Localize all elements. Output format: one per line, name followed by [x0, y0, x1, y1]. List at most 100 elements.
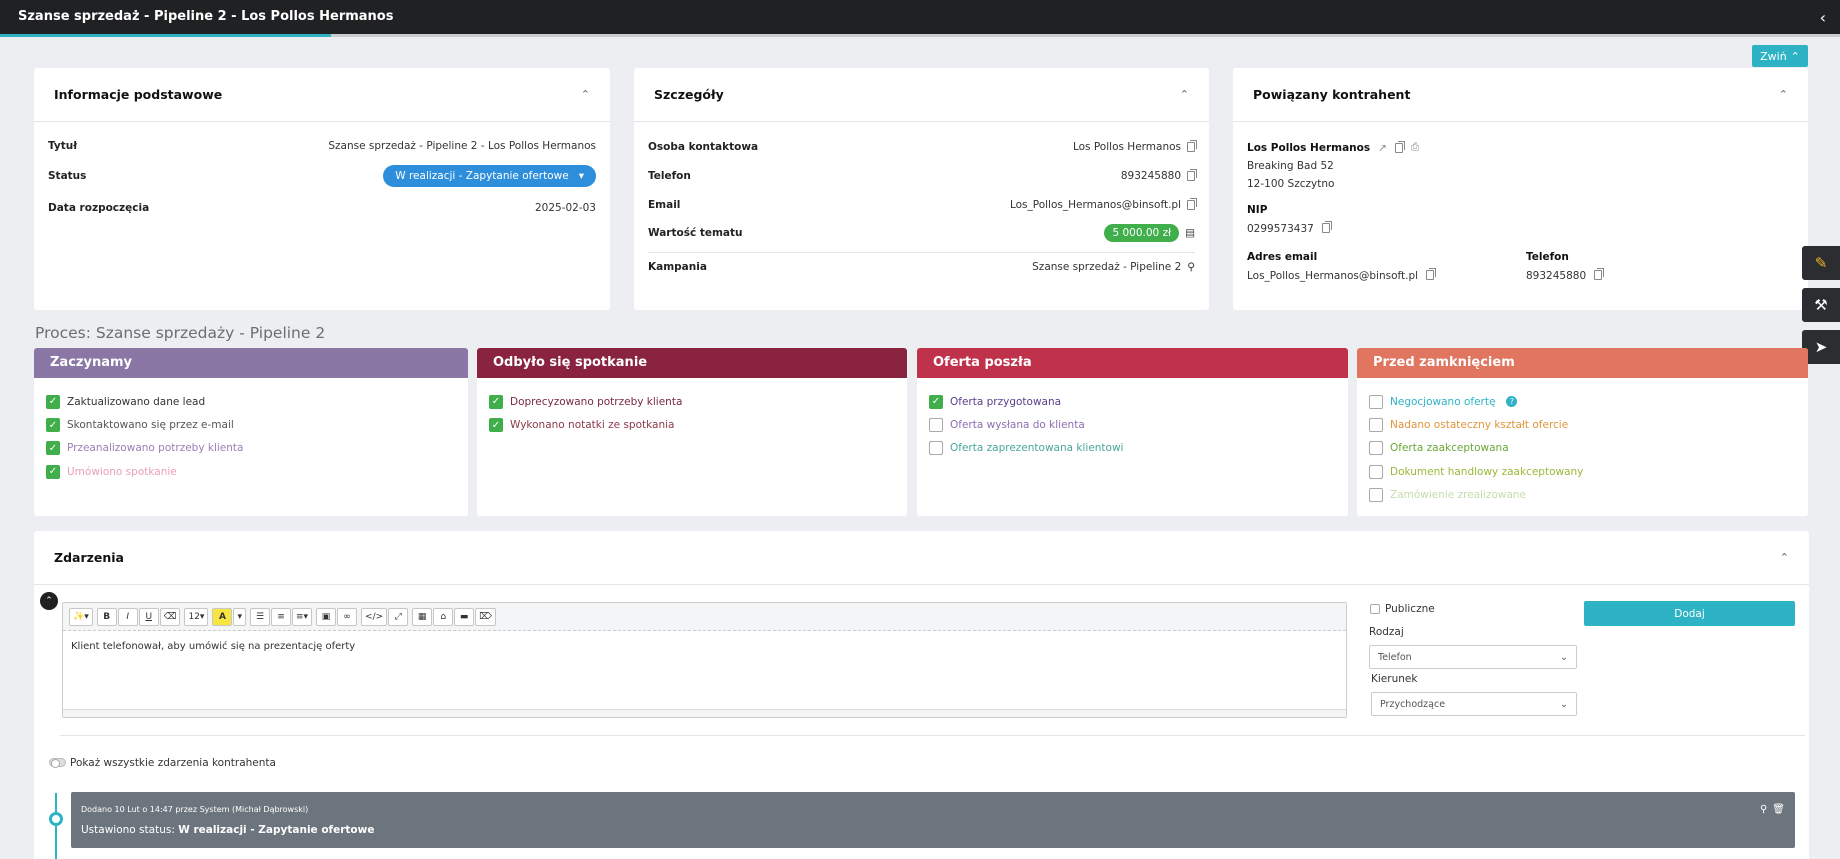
italic-button[interactable]: I [117, 607, 138, 626]
trash-icon[interactable]: 🗑 [1772, 804, 1785, 815]
fullscreen-icon[interactable]: ⤢ [388, 607, 409, 626]
editor-content[interactable]: Klient telefonował, aby umówić się na pr… [63, 631, 1346, 662]
collapse-editor-button[interactable]: ⌃ [40, 592, 58, 610]
print-icon[interactable]: ⎙ [1411, 141, 1419, 154]
numbered-list-icon[interactable]: ≡ [270, 607, 291, 626]
stage-item[interactable]: ✓ Doprecyzowano potrzeby klienta [489, 390, 895, 413]
direction-select[interactable]: Przychodzące ⌄ [1371, 692, 1577, 716]
chevron-up-icon[interactable]: ⌃ [581, 88, 590, 101]
contractor-phone-value: 893245880 [1526, 270, 1587, 282]
search-icon[interactable]: ⚲ [1187, 261, 1195, 273]
checkbox-checked[interactable]: ✓ [46, 394, 60, 409]
search-icon[interactable]: ⚲ [1760, 804, 1767, 815]
campaign-row: Kampania Szanse sprzedaż - Pipeline 2 ⚲ [648, 261, 1195, 273]
copy-icon[interactable] [1187, 198, 1197, 210]
stage-item[interactable]: ✓ Zaktualizowano dane lead [46, 390, 456, 413]
email-value: Los_Pollos_Hermanos@binsoft.pl [1009, 199, 1181, 211]
copy-icon[interactable] [1187, 169, 1197, 181]
contractor-name[interactable]: Los Pollos Hermanos [1247, 142, 1370, 154]
checkbox-checked[interactable]: ✓ [46, 418, 60, 433]
text-color-icon[interactable]: A [212, 607, 233, 626]
chevron-up-icon[interactable]: ⌃ [1779, 88, 1788, 101]
start-date-label: Data rozpoczęcia [48, 202, 150, 214]
details-header[interactable]: Szczegóły ⌃ [634, 68, 1209, 122]
align-dropdown[interactable]: ≡▾ [291, 607, 313, 626]
phone-label: Telefon [648, 170, 691, 182]
checkbox-unchecked[interactable] [1369, 394, 1383, 409]
clear-icon[interactable]: ⌦ [475, 607, 496, 626]
magic-wand-icon[interactable]: ✨▾ [69, 607, 93, 626]
stage-item[interactable]: Oferta wysłana do klienta [929, 413, 1336, 436]
stage-item[interactable]: Dokument handlowy zaakceptowany [1369, 460, 1796, 483]
checkbox-checked[interactable]: ✓ [489, 394, 503, 409]
copy-icon[interactable] [1426, 268, 1437, 280]
contractor-city: 12-100 Szczytno [1247, 178, 1335, 190]
checkbox-unchecked[interactable] [1369, 418, 1383, 433]
template-icon[interactable]: ▦ [412, 607, 433, 626]
public-checkbox-row[interactable]: Publiczne [1370, 603, 1435, 615]
divider [648, 252, 1195, 253]
checkbox-checked[interactable]: ✓ [489, 418, 503, 433]
phone-value: 893245880 [1120, 170, 1181, 182]
stamp-icon[interactable]: ⌂ [433, 607, 454, 626]
stage-item[interactable]: Oferta zaprezentowana klientowi [929, 437, 1336, 460]
calculator-icon[interactable]: ▤ [1185, 227, 1195, 239]
stage-item[interactable]: Zamówienie zrealizowane [1369, 484, 1796, 507]
edit-icon[interactable]: ✎ [1802, 246, 1840, 280]
stage-item[interactable]: ✓ Przeanalizowano potrzeby klienta [46, 437, 456, 460]
chevron-left-icon[interactable]: ‹ [1820, 8, 1826, 27]
basic-info-header[interactable]: Informacje podstawowe ⌃ [34, 68, 610, 122]
type-select[interactable]: Telefon ⌄ [1369, 645, 1577, 669]
chevron-up-icon: ⌃ [1790, 49, 1800, 63]
event-editor[interactable]: ✨▾ B I U ⌫ 12 ▾ A ▾ ☰ ≡ ≡▾ ▣ ∞ </> ⤢ ▦ ⌂ … [62, 602, 1347, 718]
code-icon[interactable]: </> [361, 607, 388, 626]
underline-button[interactable]: U [138, 607, 159, 626]
stage-item[interactable]: ✓ Wykonano notatki ze spotkania [489, 413, 895, 436]
checkbox-checked[interactable]: ✓ [46, 464, 60, 479]
add-event-button[interactable]: Dodaj [1584, 601, 1795, 626]
checkbox-unchecked[interactable] [1369, 464, 1383, 479]
help-icon[interactable]: ? [1506, 396, 1518, 408]
checkbox-unchecked[interactable] [929, 418, 943, 433]
stage-item[interactable]: Negocjowano ofertę? [1369, 390, 1796, 413]
copy-icon[interactable] [1187, 140, 1197, 152]
contractor-header[interactable]: Powiązany kontrahent ⌃ [1233, 68, 1808, 122]
stage-item[interactable]: Nadano ostateczny kształt ofercie [1369, 413, 1796, 436]
collapse-all-button[interactable]: Zwiń ⌃ [1752, 45, 1808, 67]
signature-icon[interactable]: ▬ [454, 607, 475, 626]
stage-item[interactable]: ✓ Umówiono spotkanie [46, 460, 456, 483]
external-link-icon[interactable]: ↗ [1378, 142, 1387, 154]
color-dropdown[interactable]: ▾ [233, 607, 246, 626]
bullet-list-icon[interactable]: ☰ [249, 607, 270, 626]
stage-item[interactable]: ✓ Skontaktowano się przez e-mail [46, 413, 456, 436]
link-icon[interactable]: ∞ [337, 607, 358, 626]
checkbox-unchecked[interactable] [929, 441, 943, 456]
chevron-up-icon[interactable]: ⌃ [1180, 88, 1189, 101]
copy-icon[interactable] [1594, 268, 1605, 280]
events-title: Zdarzenia [54, 550, 124, 565]
events-header[interactable]: Zdarzenia ⌃ [34, 531, 1809, 585]
public-checkbox[interactable] [1370, 604, 1380, 614]
checkbox-unchecked[interactable] [1369, 488, 1383, 503]
checkbox-checked[interactable]: ✓ [46, 441, 60, 456]
stage-item[interactable]: ✓ Oferta przygotowana [929, 390, 1336, 413]
chevron-up-icon[interactable]: ⌃ [1780, 551, 1789, 564]
status-dropdown[interactable]: W realizacji - Zapytanie ofertowe ▾ [383, 165, 596, 187]
resize-handle[interactable] [63, 709, 1346, 717]
checkbox-checked[interactable]: ✓ [929, 394, 943, 409]
show-all-toggle[interactable] [49, 758, 66, 768]
copy-icon[interactable] [1394, 140, 1405, 153]
stage-header: Odbyło się spotkanie [477, 348, 907, 378]
eraser-icon[interactable]: ⌫ [159, 607, 181, 626]
tools-icon[interactable]: ⚒ [1802, 288, 1840, 322]
basic-info-card: Informacje podstawowe ⌃ Tytuł Szanse spr… [34, 68, 610, 310]
checkbox-unchecked[interactable] [1369, 441, 1383, 456]
font-size-dropdown[interactable]: 12 ▾ [184, 607, 209, 626]
bold-button[interactable]: B [96, 607, 117, 626]
process-title: Proces: Szanse sprzedaży - Pipeline 2 [35, 324, 326, 342]
copy-icon[interactable] [1321, 221, 1332, 233]
timeline-dot [49, 812, 63, 826]
stage-item-label: Wykonano notatki ze spotkania [510, 419, 675, 432]
stage-item[interactable]: Oferta zaakceptowana [1369, 437, 1796, 460]
image-icon[interactable]: ▣ [316, 607, 337, 626]
